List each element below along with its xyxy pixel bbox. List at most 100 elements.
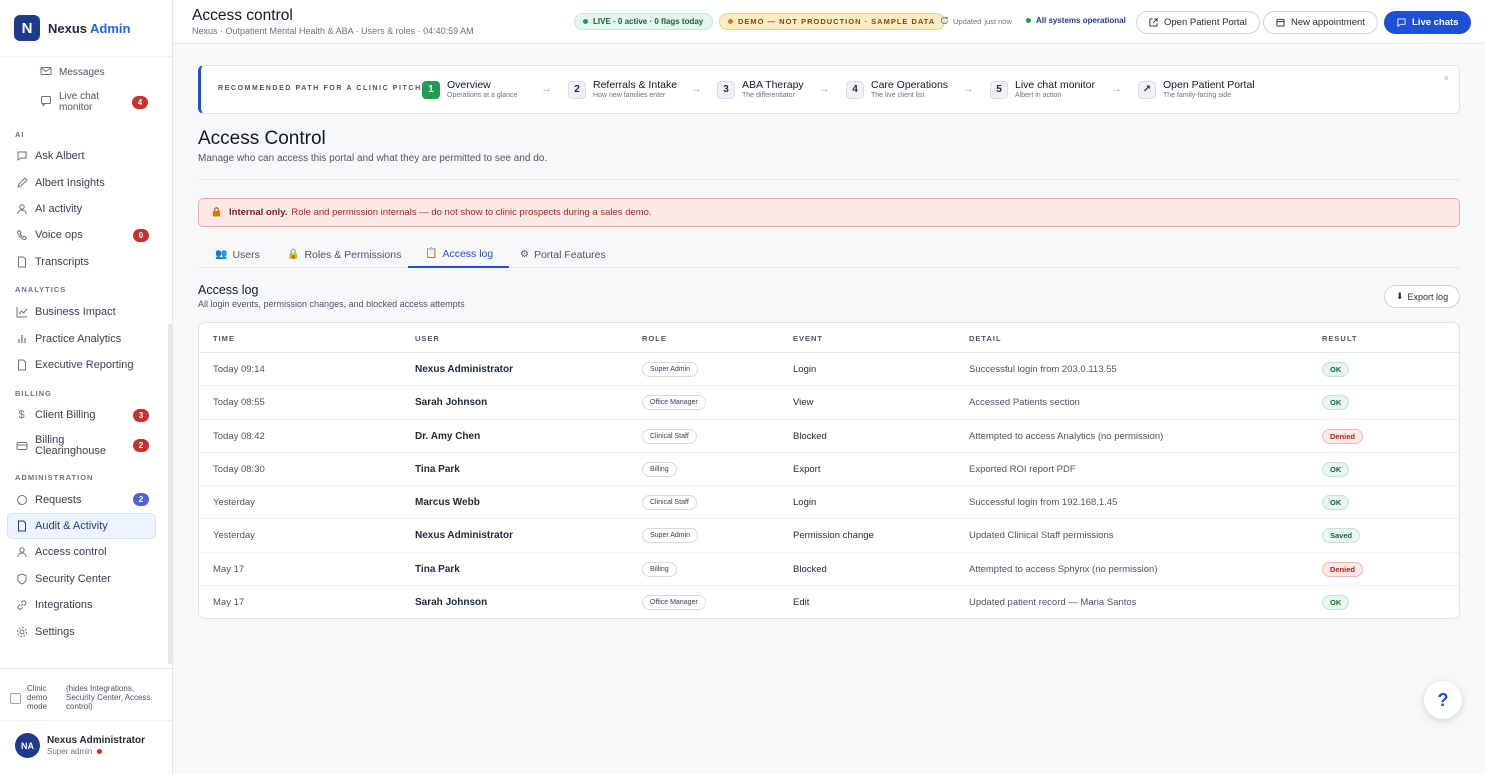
section-header-ai: AI xyxy=(15,129,25,139)
updated-indicator[interactable]: Updated just now xyxy=(940,16,1012,27)
cell-event: Login xyxy=(793,497,817,509)
gear-icon xyxy=(15,625,28,638)
sidebar-item-business-impact[interactable]: Business Impact xyxy=(0,299,160,325)
cell-event: Edit xyxy=(793,597,810,609)
pitch-step-live-chat-monitor[interactable]: 5 Live chat monitor Albert in action xyxy=(990,79,1095,100)
result-badge: Denied xyxy=(1322,428,1364,444)
chat-icon xyxy=(1397,18,1406,27)
gear-icon: ⚙ xyxy=(520,249,529,260)
export-log-button[interactable]: ⬇ Export log xyxy=(1384,285,1461,308)
demo-mode-hint: (hides Integrations, Security Center, Ac… xyxy=(66,684,151,711)
sidebar-item-label: Live chat monitor xyxy=(59,91,100,113)
avatar: NA xyxy=(15,733,40,758)
sidebar-item-requests[interactable]: Requests 2 xyxy=(0,487,160,513)
pitch-step-referrals-intake[interactable]: 2 Referrals & Intake How new families ent… xyxy=(568,79,677,100)
section-header-administration: ADMINISTRATION xyxy=(15,473,94,483)
sidebar-item-practice-analytics[interactable]: Practice Analytics xyxy=(0,325,160,351)
cell-detail: Accessed Patients section xyxy=(969,397,1080,409)
live-chats-button[interactable]: Live chats xyxy=(1384,11,1472,34)
table-row[interactable]: Today 08:42 Dr. Amy Chen Clinical Staff … xyxy=(199,420,1459,453)
button-label: New appointment xyxy=(1291,17,1365,28)
open-patient-portal-button[interactable]: Open Patient Portal xyxy=(1136,11,1260,34)
sidebar-item-label: Integrations xyxy=(35,599,93,612)
sidebar-item-voice-ops[interactable]: Voice ops 0 xyxy=(0,222,160,248)
sidebar-item-label: Albert Insights xyxy=(35,176,105,189)
arrow-right-icon: → xyxy=(819,83,830,95)
system-status: All systems operational xyxy=(1026,16,1126,25)
sidebar-item-transcripts[interactable]: Transcripts xyxy=(0,249,160,275)
sidebar-item-security-center[interactable]: Security Center xyxy=(0,566,160,592)
table-row[interactable]: May 17 Sarah Johnson Office Manager Edit… xyxy=(199,586,1459,618)
sidebar-item-label: Settings xyxy=(35,625,75,638)
sidebar-item-access-control[interactable]: Access control xyxy=(0,539,160,565)
sidebar-item-executive-reporting[interactable]: Executive Reporting xyxy=(0,352,160,378)
table-row[interactable]: Yesterday Nexus Administrator Super Admi… xyxy=(199,519,1459,553)
user-role-text: Super admin xyxy=(47,747,93,756)
system-status-text: All systems operational xyxy=(1036,16,1126,25)
brand[interactable]: N Nexus Admin xyxy=(0,0,172,57)
pitch-step-overview[interactable]: 1 Overview Operations at a glance xyxy=(422,79,517,100)
current-user[interactable]: NA Nexus Administrator Super admin xyxy=(0,721,172,758)
document-icon xyxy=(15,520,28,533)
sidebar-scrollbar[interactable] xyxy=(168,324,172,664)
button-label: Live chats xyxy=(1412,17,1459,28)
arrow-right-icon: → xyxy=(963,83,974,95)
table-row[interactable]: Today 08:55 Sarah Johnson Office Manager… xyxy=(199,386,1459,420)
button-label: Open Patient Portal xyxy=(1164,17,1247,28)
new-appointment-button[interactable]: New appointment xyxy=(1263,11,1378,34)
step-number: 5 xyxy=(990,80,1008,99)
user-icon xyxy=(15,546,28,559)
table-row[interactable]: Today 08:30 Tina Park Billing Export Exp… xyxy=(199,453,1459,487)
warning-text: Role and permission internals — do not s… xyxy=(291,207,652,218)
table-row[interactable]: Yesterday Marcus Webb Clinical Staff Log… xyxy=(199,486,1459,520)
sidebar-item-label: Client Billing xyxy=(35,409,96,422)
sidebar-item-client-billing[interactable]: $ Client Billing 3 xyxy=(0,402,160,428)
link-icon xyxy=(15,599,28,612)
live-dot xyxy=(583,19,588,24)
tab-access-log[interactable]: 📋 Access log xyxy=(408,241,510,268)
step-title: Care Operations xyxy=(871,79,949,91)
sidebar-item-ai-activity[interactable]: AI activity xyxy=(0,196,160,222)
sidebar-item-settings[interactable]: Settings xyxy=(0,618,160,644)
brand-logo: N xyxy=(14,15,40,41)
table-row[interactable]: Today 09:14 Nexus Administrator Super Ad… xyxy=(199,353,1459,387)
dollar-icon: $ xyxy=(18,409,25,422)
table-row[interactable]: May 17 Tina Park Billing Blocked Attempt… xyxy=(199,553,1459,587)
cell-event: Permission change xyxy=(793,530,874,542)
tab-roles-permissions[interactable]: 🔒 Roles & Permissions xyxy=(287,241,401,268)
pitch-step-aba-therapy[interactable]: 3 ABA Therapy The differentiator xyxy=(717,79,804,100)
sidebar-item-billing-clearinghouse[interactable]: Billing Clearinghouse 2 xyxy=(0,429,160,463)
sidebar-item-label: Business Impact xyxy=(35,306,116,319)
sidebar-item-integrations[interactable]: Integrations xyxy=(0,592,160,618)
sidebar-item-label: Executive Reporting xyxy=(35,358,134,371)
sidebar-item-label: Messages xyxy=(59,66,105,78)
warning-strong: Internal only. xyxy=(229,207,288,218)
close-icon[interactable]: × xyxy=(1444,73,1449,83)
sidebar-item-live-chat-monitor[interactable]: Live chat monitor 4 xyxy=(0,85,168,119)
cell-user: Tina Park xyxy=(415,563,460,575)
sidebar-item-label: Audit & Activity xyxy=(35,520,108,533)
step-desc: The live client list xyxy=(871,92,925,99)
bar-chart-icon xyxy=(15,332,28,345)
brand-name: Nexus Admin xyxy=(48,21,130,36)
count-badge: 0 xyxy=(133,228,149,242)
chat-icon xyxy=(15,150,28,163)
cell-user: Tina Park xyxy=(415,463,460,475)
sidebar-item-messages[interactable]: Messages xyxy=(0,59,168,85)
tab-portal-features[interactable]: ⚙ Portal Features xyxy=(520,241,606,268)
sidebar-item-audit-activity[interactable]: Audit & Activity xyxy=(7,512,156,540)
divider xyxy=(198,179,1460,180)
main-content: RECOMMENDED PATH FOR A CLINIC PITCH 1 Ov… xyxy=(173,45,1485,774)
pitch-step-open-patient-portal[interactable]: ↗ Open Patient Portal The family-facing s… xyxy=(1138,79,1255,100)
sidebar-item-label: Security Center xyxy=(35,572,111,585)
sidebar-item-ask-albert[interactable]: Ask Albert xyxy=(0,143,160,169)
clinic-demo-mode-checkbox[interactable] xyxy=(10,693,21,704)
sidebar-item-albert-insights[interactable]: Albert Insights xyxy=(0,169,160,195)
clinic-demo-mode-toggle[interactable]: Clinic demo mode (hides Integrations, Se… xyxy=(0,669,172,721)
tab-users[interactable]: 👥 Users xyxy=(215,241,260,268)
role-badge: Billing xyxy=(642,461,677,477)
pitch-step-care-operations[interactable]: 4 Care Operations The live client list xyxy=(846,79,948,100)
brand-name-text: Nexus xyxy=(48,20,88,36)
cell-time: May 17 xyxy=(213,563,245,575)
help-button[interactable]: ? xyxy=(1424,681,1462,719)
